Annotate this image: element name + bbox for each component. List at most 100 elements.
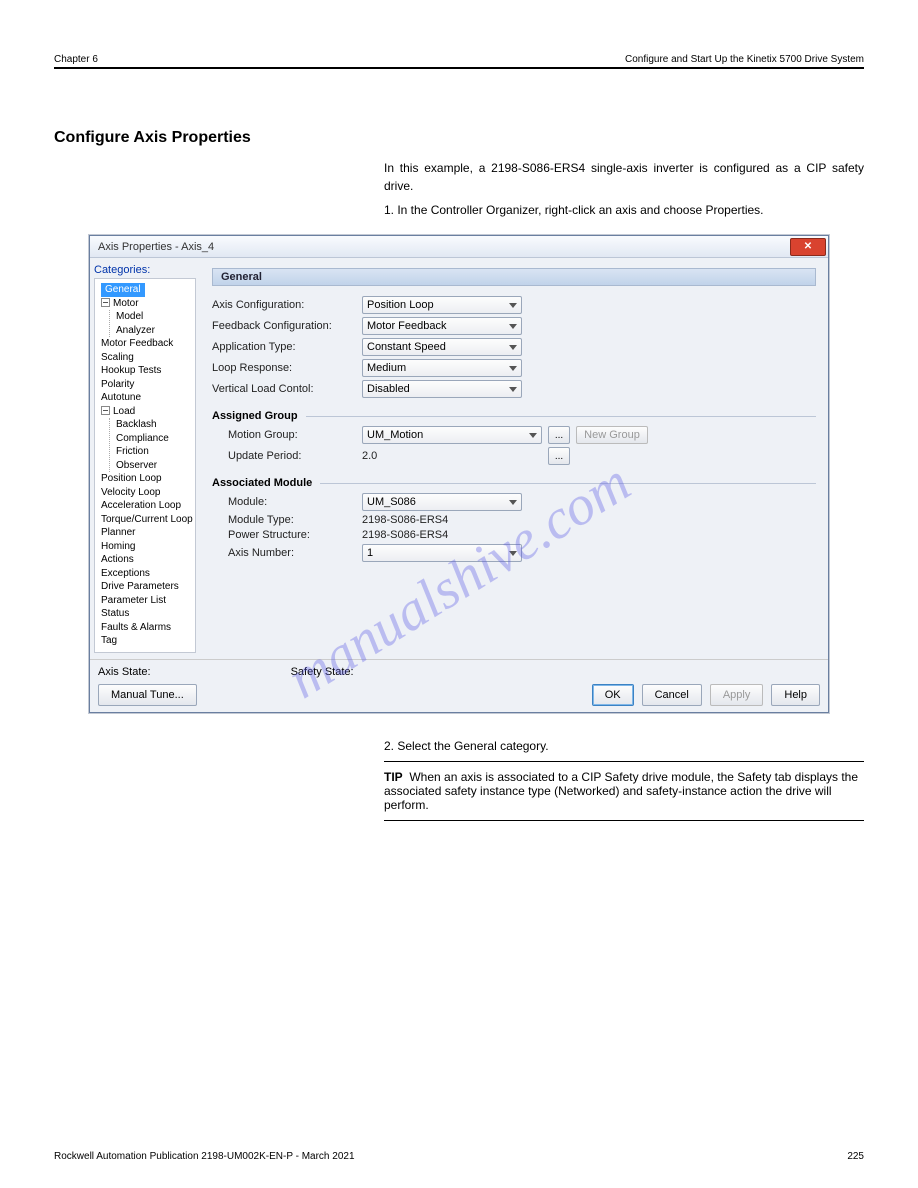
tree-item-exceptions[interactable]: Exceptions bbox=[101, 567, 193, 581]
tree-item-acceleration-loop[interactable]: Acceleration Loop bbox=[101, 499, 193, 513]
vertical-load-label: Vertical Load Contol: bbox=[212, 383, 362, 395]
panel-title: General bbox=[212, 268, 816, 286]
vertical-load-value: Disabled bbox=[367, 383, 410, 395]
module-type-value: 2198-S086-ERS4 bbox=[362, 514, 448, 526]
divider bbox=[306, 416, 816, 417]
safety-state-label: Safety State: bbox=[291, 666, 354, 678]
step-2: 2. Select the General category. bbox=[384, 737, 864, 755]
chevron-down-icon bbox=[509, 366, 517, 371]
tree-item-motor-feedback[interactable]: Motor Feedback bbox=[101, 337, 193, 351]
tree-item-analyzer[interactable]: Analyzer bbox=[116, 324, 193, 338]
tree-item-status[interactable]: Status bbox=[101, 607, 193, 621]
tip-box: TIP When an axis is associated to a CIP … bbox=[384, 761, 864, 821]
doc-header: Chapter 6 Configure and Start Up the Kin… bbox=[54, 54, 864, 65]
feedback-config-label: Feedback Configuration: bbox=[212, 320, 362, 332]
help-button[interactable]: Help bbox=[771, 684, 820, 706]
motion-group-browse-button[interactable]: ... bbox=[548, 426, 570, 444]
doc-header-left: Chapter 6 bbox=[54, 54, 98, 65]
intro-paragraph: In this example, a 2198-S086-ERS4 single… bbox=[384, 159, 864, 195]
header-rule bbox=[54, 67, 864, 69]
tree-item-model[interactable]: Model bbox=[116, 310, 193, 324]
loop-response-label: Loop Response: bbox=[212, 362, 362, 374]
update-period-label: Update Period: bbox=[212, 450, 362, 462]
tree-collapse-icon[interactable] bbox=[101, 298, 110, 307]
tree-item-compliance[interactable]: Compliance bbox=[116, 432, 193, 446]
tree-item-homing[interactable]: Homing bbox=[101, 540, 193, 554]
divider bbox=[320, 483, 816, 484]
tip-text: When an axis is associated to a CIP Safe… bbox=[384, 770, 858, 812]
loop-response-value: Medium bbox=[367, 362, 406, 374]
tree-collapse-icon[interactable] bbox=[101, 406, 110, 415]
tree-item-planner[interactable]: Planner bbox=[101, 526, 193, 540]
axis-config-select[interactable]: Position Loop bbox=[362, 296, 522, 314]
section-title: Configure Axis Properties bbox=[54, 129, 864, 147]
tree-item-faults-alarms[interactable]: Faults & Alarms bbox=[101, 621, 193, 635]
page-footer: Rockwell Automation Publication 2198-UM0… bbox=[54, 1141, 864, 1162]
tree-item-hookup-tests[interactable]: Hookup Tests bbox=[101, 364, 193, 378]
motion-group-select[interactable]: UM_Motion bbox=[362, 426, 542, 444]
tree-item-motor[interactable]: Motor bbox=[113, 298, 139, 309]
update-period-value: 2.0 bbox=[362, 450, 542, 462]
close-button[interactable]: ✕ bbox=[790, 238, 826, 256]
tree-item-velocity-loop[interactable]: Velocity Loop bbox=[101, 486, 193, 500]
tree-item-parameter-list[interactable]: Parameter List bbox=[101, 594, 193, 608]
apply-button[interactable]: Apply bbox=[710, 684, 764, 706]
category-tree[interactable]: General Motor Model Analyzer Motor Feedb… bbox=[94, 278, 196, 653]
tree-item-observer[interactable]: Observer bbox=[116, 459, 193, 473]
chevron-down-icon bbox=[509, 324, 517, 329]
doc-header-right: Configure and Start Up the Kinetix 5700 … bbox=[625, 54, 864, 65]
tree-item-friction[interactable]: Friction bbox=[116, 445, 193, 459]
footer-left: Rockwell Automation Publication 2198-UM0… bbox=[54, 1151, 355, 1162]
module-label: Module: bbox=[212, 496, 362, 508]
feedback-config-select[interactable]: Motor Feedback bbox=[362, 317, 522, 335]
application-type-label: Application Type: bbox=[212, 341, 362, 353]
tree-item-tag[interactable]: Tag bbox=[101, 634, 193, 648]
module-type-label: Module Type: bbox=[212, 514, 362, 526]
new-group-button[interactable]: New Group bbox=[576, 426, 648, 444]
ok-button[interactable]: OK bbox=[592, 684, 634, 706]
tree-item-drive-parameters[interactable]: Drive Parameters bbox=[101, 580, 193, 594]
feedback-config-value: Motor Feedback bbox=[367, 320, 446, 332]
chevron-down-icon bbox=[509, 551, 517, 556]
application-type-value: Constant Speed bbox=[367, 341, 446, 353]
tree-item-torque-current-loop[interactable]: Torque/Current Loop bbox=[101, 513, 193, 527]
chevron-down-icon bbox=[509, 500, 517, 505]
axis-number-value: 1 bbox=[367, 547, 373, 559]
tree-item-polarity[interactable]: Polarity bbox=[101, 378, 193, 392]
tree-item-actions[interactable]: Actions bbox=[101, 553, 193, 567]
close-icon: ✕ bbox=[804, 241, 812, 252]
axis-properties-dialog: Axis Properties - Axis_4 ✕ Categories: G… bbox=[89, 235, 829, 713]
chevron-down-icon bbox=[509, 387, 517, 392]
chevron-down-icon bbox=[529, 433, 537, 438]
dialog-title: Axis Properties - Axis_4 bbox=[98, 241, 214, 253]
tree-item-backlash[interactable]: Backlash bbox=[116, 418, 193, 432]
assigned-group-heading: Assigned Group bbox=[212, 410, 298, 422]
manual-tune-button[interactable]: Manual Tune... bbox=[98, 684, 197, 706]
power-structure-value: 2198-S086-ERS4 bbox=[362, 529, 448, 541]
application-type-select[interactable]: Constant Speed bbox=[362, 338, 522, 356]
tree-item-autotune[interactable]: Autotune bbox=[101, 391, 193, 405]
tree-item-position-loop[interactable]: Position Loop bbox=[101, 472, 193, 486]
axis-number-label: Axis Number: bbox=[212, 547, 362, 559]
update-period-browse-button[interactable]: ... bbox=[548, 447, 570, 465]
motion-group-label: Motion Group: bbox=[212, 429, 362, 441]
axis-config-label: Axis Configuration: bbox=[212, 299, 362, 311]
vertical-load-select[interactable]: Disabled bbox=[362, 380, 522, 398]
axis-config-value: Position Loop bbox=[367, 299, 434, 311]
tree-item-scaling[interactable]: Scaling bbox=[101, 351, 193, 365]
axis-number-select[interactable]: 1 bbox=[362, 544, 522, 562]
step-1: 1. In the Controller Organizer, right-cl… bbox=[384, 201, 864, 219]
categories-label: Categories: bbox=[94, 264, 196, 276]
module-value: UM_S086 bbox=[367, 496, 416, 508]
associated-module-heading: Associated Module bbox=[212, 477, 312, 489]
module-select[interactable]: UM_S086 bbox=[362, 493, 522, 511]
motion-group-value: UM_Motion bbox=[367, 429, 423, 441]
axis-state-label: Axis State: bbox=[98, 666, 151, 678]
tree-item-general[interactable]: General bbox=[101, 283, 145, 297]
chevron-down-icon bbox=[509, 303, 517, 308]
tree-item-load[interactable]: Load bbox=[113, 406, 135, 417]
footer-right: 225 bbox=[847, 1151, 864, 1162]
chevron-down-icon bbox=[509, 345, 517, 350]
loop-response-select[interactable]: Medium bbox=[362, 359, 522, 377]
cancel-button[interactable]: Cancel bbox=[642, 684, 702, 706]
